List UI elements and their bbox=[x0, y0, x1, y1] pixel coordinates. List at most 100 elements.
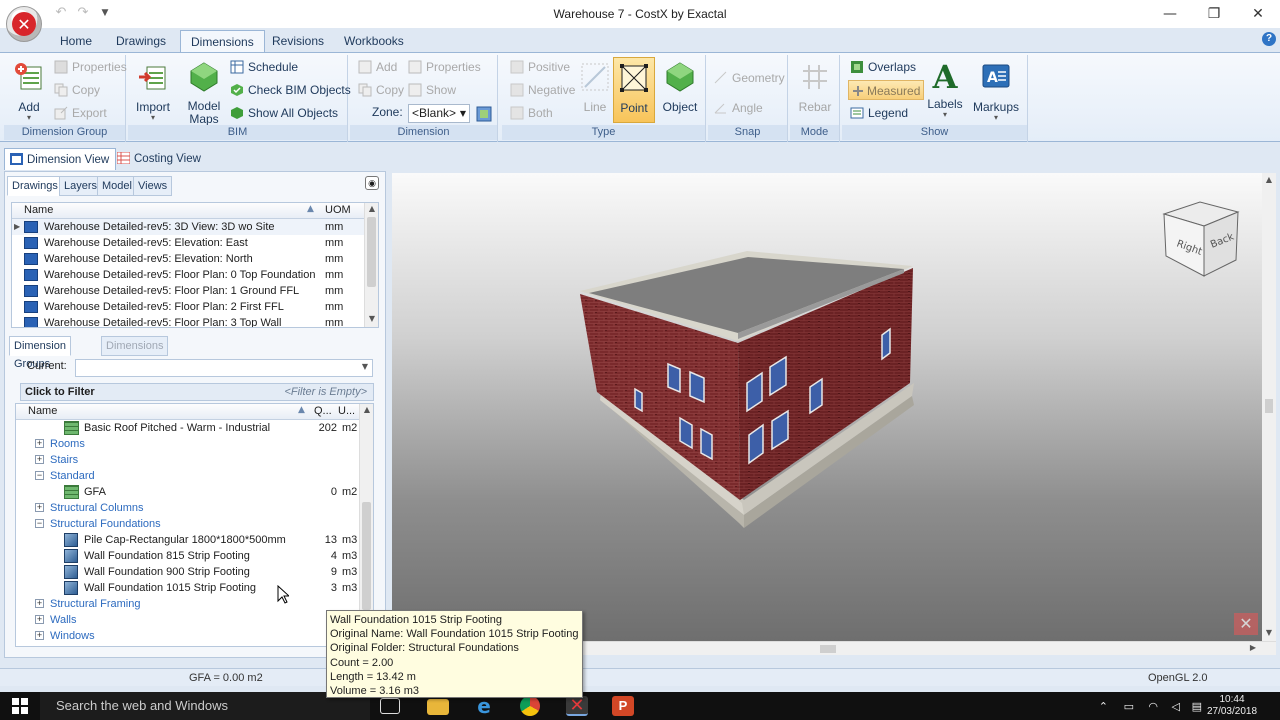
copy-dimension-button[interactable]: Copy bbox=[358, 80, 404, 100]
windows-start-icon[interactable] bbox=[12, 698, 28, 714]
tab-costing-view[interactable]: Costing View bbox=[112, 148, 207, 170]
rebar-mode-button[interactable]: Rebar bbox=[792, 57, 838, 121]
expand-icon[interactable]: + bbox=[35, 599, 44, 608]
tree-folder[interactable]: − Structural Foundations bbox=[16, 516, 373, 532]
check-bim-objects-button[interactable]: Check BIM Objects bbox=[230, 80, 351, 100]
pin-icon[interactable]: ◉ bbox=[365, 176, 379, 190]
drawing-row[interactable]: Warehouse Detailed-rev5: Floor Plan: 0 T… bbox=[12, 267, 378, 283]
subtab-drawings[interactable]: Drawings bbox=[7, 176, 63, 196]
expand-icon[interactable]: + bbox=[35, 439, 44, 448]
subtab-dimensions[interactable]: Dimensions bbox=[101, 336, 169, 356]
drawing-row[interactable]: Warehouse Detailed-rev5: Elevation: Nort… bbox=[12, 251, 378, 267]
model-maps-button[interactable]: Model Maps bbox=[180, 57, 228, 126]
schedule-button[interactable]: Schedule bbox=[230, 57, 298, 77]
line-type-button[interactable]: Line bbox=[572, 57, 618, 121]
column-name[interactable]: Name bbox=[28, 405, 57, 417]
drawing-row[interactable]: Warehouse Detailed-rev5: Floor Plan: 2 F… bbox=[12, 299, 378, 315]
costx-taskbar-icon[interactable]: ✕ bbox=[566, 696, 588, 716]
zone-select[interactable]: <Blank> ▼ bbox=[408, 104, 470, 123]
object-type-button[interactable]: Object bbox=[657, 57, 703, 121]
viewport-vertical-scrollbar[interactable]: ▲ ▼ bbox=[1262, 173, 1276, 643]
tree-item[interactable]: Wall Foundation 815 Strip Footing 4 m3 bbox=[16, 548, 373, 564]
tree-folder[interactable]: + Windows bbox=[16, 628, 373, 644]
maximize-button[interactable]: ❐ bbox=[1192, 0, 1236, 28]
tab-workbooks[interactable]: Workbooks bbox=[334, 30, 414, 53]
dimension-properties-button[interactable]: Properties bbox=[408, 57, 481, 77]
show-dimension-button[interactable]: Show bbox=[408, 80, 456, 100]
collapse-icon[interactable]: − bbox=[35, 471, 44, 480]
expand-icon[interactable]: + bbox=[35, 503, 44, 512]
legend-toggle[interactable]: Legend bbox=[850, 103, 908, 123]
help-icon[interactable]: ? bbox=[1262, 32, 1276, 46]
subtab-layers[interactable]: Layers bbox=[59, 176, 103, 196]
negative-button[interactable]: Negative bbox=[510, 80, 575, 100]
tree-item[interactable]: Pile Cap-Rectangular 1800*1800*500mm 13 m3 bbox=[16, 532, 373, 548]
scroll-up-icon[interactable]: ▲ bbox=[360, 405, 373, 417]
show-all-objects-button[interactable]: Show All Objects bbox=[230, 103, 338, 123]
export-button[interactable]: Export bbox=[54, 103, 107, 123]
scroll-up-icon[interactable]: ▲ bbox=[1262, 175, 1276, 184]
minimize-button[interactable]: — bbox=[1148, 0, 1192, 28]
expand-icon[interactable]: + bbox=[35, 615, 44, 624]
scroll-thumb[interactable] bbox=[367, 217, 376, 287]
scroll-up-icon[interactable]: ▲ bbox=[365, 204, 378, 216]
copy-button[interactable]: Copy bbox=[54, 80, 100, 100]
tree-folder[interactable]: + Rooms bbox=[16, 436, 373, 452]
tab-dimension-view[interactable]: Dimension View bbox=[4, 148, 117, 170]
point-type-button[interactable]: Point bbox=[613, 57, 655, 123]
filter-bar[interactable]: Click to Filter <Filter is Empty> bbox=[20, 383, 374, 401]
tree-item[interactable]: GFA 0 m2 bbox=[16, 484, 373, 500]
wifi-icon[interactable]: ◠ bbox=[1148, 700, 1158, 713]
tree-item[interactable]: Basic Roof Pitched - Warm - Industrial 20… bbox=[16, 420, 373, 436]
view-cube[interactable]: Right Back bbox=[1160, 198, 1244, 280]
subtab-views[interactable]: Views bbox=[133, 176, 173, 196]
expand-icon[interactable]: + bbox=[35, 631, 44, 640]
clock[interactable]: 10:44 27/03/2018 bbox=[1202, 694, 1262, 718]
zone-manager-icon[interactable] bbox=[476, 106, 492, 122]
3d-viewport[interactable]: Right Back ✕ ▲ ▼ bbox=[392, 173, 1276, 643]
scroll-down-icon[interactable]: ▼ bbox=[365, 314, 378, 326]
column-unit[interactable]: U... bbox=[338, 405, 355, 417]
column-name[interactable]: Name bbox=[24, 204, 53, 216]
tab-revisions[interactable]: Revisions bbox=[262, 30, 334, 53]
drawings-scrollbar[interactable]: ▲ ▼ bbox=[364, 203, 378, 327]
subtab-dimension-groups[interactable]: Dimension Groups bbox=[9, 336, 71, 370]
drawing-row[interactable]: Warehouse Detailed-rev5: Floor Plan: 3 T… bbox=[12, 315, 378, 327]
building-model[interactable] bbox=[392, 173, 1262, 643]
scroll-thumb[interactable] bbox=[362, 502, 371, 610]
tab-home[interactable]: Home bbox=[50, 30, 102, 53]
tree-item[interactable]: Wall Foundation 900 Strip Footing 9 m3 bbox=[16, 564, 373, 580]
drawing-row[interactable]: Warehouse Detailed-rev5: Floor Plan: 1 G… bbox=[12, 283, 378, 299]
scroll-right-icon[interactable]: ▶ bbox=[1250, 643, 1256, 652]
close-button[interactable]: ✕ bbox=[1236, 0, 1280, 28]
scroll-thumb[interactable] bbox=[820, 645, 836, 653]
angle-snap-button[interactable]: Angle bbox=[714, 98, 763, 118]
edge-browser-icon[interactable]: e bbox=[473, 696, 495, 716]
tab-dimensions[interactable]: Dimensions bbox=[180, 30, 265, 53]
positive-button[interactable]: Positive bbox=[510, 57, 570, 77]
task-view-icon[interactable] bbox=[380, 698, 400, 714]
add-dimension-group-button[interactable]: Add ▾ bbox=[6, 57, 52, 122]
battery-icon[interactable]: ▭ bbox=[1124, 700, 1134, 713]
properties-button[interactable]: Properties bbox=[54, 57, 127, 77]
tree-folder[interactable]: + Stairs bbox=[16, 452, 373, 468]
scroll-down-icon[interactable]: ▼ bbox=[1262, 628, 1276, 637]
costx-logo-button[interactable]: ✕ bbox=[6, 6, 42, 42]
add-dimension-button[interactable]: Add bbox=[358, 57, 397, 77]
tree-folder[interactable]: − Standard bbox=[16, 468, 373, 484]
overlaps-toggle[interactable]: Overlaps bbox=[850, 57, 916, 77]
geometry-snap-button[interactable]: Geometry bbox=[714, 68, 785, 88]
tree-item[interactable]: Wall Foundation 1015 Strip Footing 3 m3 bbox=[16, 580, 373, 596]
powerpoint-icon[interactable]: P bbox=[612, 696, 634, 716]
drawing-row[interactable]: ▶ Warehouse Detailed-rev5: 3D View: 3D wo… bbox=[12, 219, 378, 235]
labels-button[interactable]: A Labels ▾ bbox=[922, 57, 968, 121]
subtab-model[interactable]: Model bbox=[97, 176, 137, 196]
expand-icon[interactable]: + bbox=[35, 455, 44, 464]
column-uom[interactable]: UOM bbox=[325, 204, 351, 216]
current-group-select[interactable]: ▼ bbox=[75, 359, 373, 377]
measured-toggle[interactable]: Measured bbox=[848, 80, 924, 100]
collapse-icon[interactable]: − bbox=[35, 519, 44, 528]
tree-folder[interactable]: + Structural Framing bbox=[16, 596, 373, 612]
tree-folder[interactable]: + Walls bbox=[16, 612, 373, 628]
import-button[interactable]: Import ▾ bbox=[130, 57, 176, 122]
